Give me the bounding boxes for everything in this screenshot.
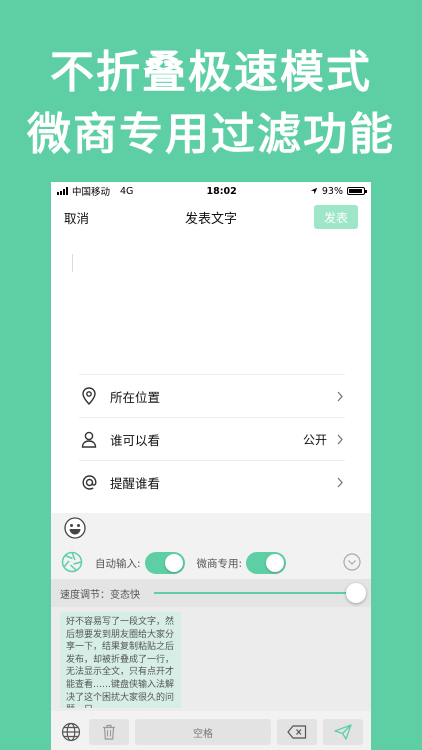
- toggle-row: 自动输入: 微商专用:: [51, 547, 371, 579]
- chevron-right-icon: [335, 434, 345, 445]
- auto-input-toggle[interactable]: [144, 552, 185, 574]
- space-key[interactable]: 空格: [135, 719, 271, 745]
- nav-bar: 取消 发表文字 发表: [51, 200, 371, 234]
- speed-label: 速度调节：变态快: [60, 589, 140, 601]
- cancel-button[interactable]: 取消: [64, 208, 89, 227]
- backspace-button[interactable]: [277, 719, 317, 745]
- emoji-row: [51, 513, 371, 547]
- menu-item-value: 公开: [302, 432, 327, 447]
- suggestion-card[interactable]: 好不容易写了一段文字，然后想要发到朋友圈给大家分享一下，结果复制粘贴之后发布，却…: [60, 612, 181, 708]
- menu-item-label: 提醒谁看: [110, 476, 161, 491]
- chevron-right-icon: [335, 477, 345, 488]
- promo-headline-2: 微商专用过滤功能: [27, 109, 395, 160]
- text-cursor: [72, 254, 73, 272]
- globe-icon[interactable]: [59, 719, 83, 745]
- menu-item-label: 所在位置: [110, 389, 161, 405]
- location-arrow-icon: [310, 187, 318, 195]
- emoji-icon[interactable]: [64, 517, 86, 543]
- chevron-right-icon: [335, 391, 345, 402]
- network-label: 4G: [120, 185, 134, 197]
- promo-headline-1: 不折叠极速模式: [50, 47, 372, 98]
- menu-item-visibility[interactable]: 谁可以看 公开: [79, 418, 345, 461]
- phone-screen: 中国移动 4G 18:02 93% 取消 发表文字 发表 所在位置 谁可以看 公…: [51, 182, 371, 750]
- post-options-menu: 所在位置 谁可以看 公开 提醒谁看: [79, 374, 345, 504]
- send-button[interactable]: [323, 719, 363, 745]
- status-time: 18:02: [206, 185, 237, 197]
- backspace-icon: [287, 725, 307, 739]
- send-icon: [334, 724, 352, 740]
- post-button[interactable]: 发表: [314, 205, 358, 229]
- compose-text-area[interactable]: [51, 234, 371, 374]
- location-pin-icon: [79, 386, 99, 406]
- auto-input-label: 自动输入:: [95, 557, 141, 570]
- menu-item-mention[interactable]: 提醒谁看: [79, 461, 345, 504]
- trash-button[interactable]: [89, 719, 129, 745]
- status-bar: 中国移动 4G 18:02 93%: [51, 182, 371, 200]
- speed-slider-thumb[interactable]: [346, 583, 366, 603]
- speed-row: 速度调节：变态快: [51, 579, 371, 607]
- person-icon: [79, 429, 99, 449]
- battery-icon: [346, 187, 367, 195]
- chevron-down-icon[interactable]: [343, 552, 361, 574]
- weishang-label: 微商专用:: [196, 557, 243, 570]
- keyboard-bottom-bar: 空格: [51, 714, 371, 750]
- keyboard-logo-icon[interactable]: [61, 551, 83, 576]
- at-sign-icon: [79, 473, 99, 493]
- menu-item-location[interactable]: 所在位置: [79, 375, 345, 418]
- suggestion-area: 好不容易写了一段文字，然后想要发到朋友圈给大家分享一下，结果复制粘贴之后发布，却…: [51, 607, 371, 711]
- keyboard-panel: 自动输入: 微商专用: 速度调节：变态快 好不容易写了一段文字，然后想要发到朋友…: [51, 513, 371, 750]
- weishang-toggle[interactable]: [246, 552, 287, 574]
- signal-icon: [57, 187, 68, 195]
- speed-slider[interactable]: [154, 583, 366, 603]
- trash-icon: [103, 724, 115, 740]
- carrier-label: 中国移动: [72, 187, 111, 198]
- menu-item-label: 谁可以看: [110, 432, 161, 448]
- battery-percent: 93%: [321, 185, 343, 197]
